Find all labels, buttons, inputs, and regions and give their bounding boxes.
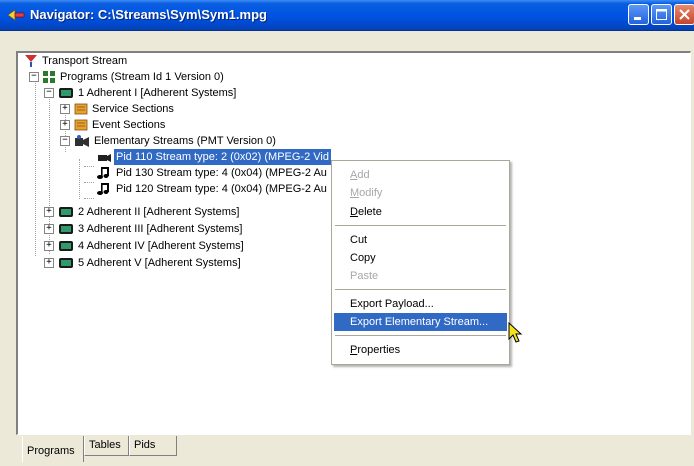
tree-label: Programs (Stream Id 1 Version 0) — [60, 71, 224, 83]
close-icon — [679, 9, 690, 20]
expand-toggle[interactable]: + — [44, 258, 54, 268]
maximize-icon — [656, 9, 667, 20]
audio-note-icon — [97, 167, 109, 179]
tree-node-event-sections[interactable]: + Event Sections — [18, 117, 218, 133]
programs-grid-icon — [43, 71, 55, 83]
tree-node-program-4[interactable]: + 4 Adherent IV [Adherent Systems] — [18, 238, 278, 254]
tree-node-program-1[interactable]: − 1 Adherent I [Adherent Systems] — [18, 85, 278, 101]
tree-node-programs[interactable]: − Programs (Stream Id 1 Version 0) — [18, 69, 278, 85]
audio-note-icon — [97, 183, 109, 195]
tree-label: Pid 110 Stream type: 2 (0x02) (MPEG-2 Vi… — [113, 148, 332, 166]
menu-item-add[interactable]: Add — [334, 166, 507, 184]
collapse-toggle[interactable]: − — [29, 72, 39, 82]
expand-toggle[interactable]: + — [60, 120, 70, 130]
tree-label: 5 Adherent V [Adherent Systems] — [78, 257, 241, 269]
menu-item-cut[interactable]: Cut — [334, 231, 507, 249]
close-button[interactable] — [674, 4, 694, 25]
tree-label: Pid 120 Stream type: 4 (0x04) (MPEG-2 Au — [116, 183, 327, 195]
menu-item-copy[interactable]: Copy — [334, 249, 507, 267]
program-tv-icon — [59, 241, 73, 251]
tree-label: Elementary Streams (PMT Version 0) — [94, 135, 276, 147]
menu-item-modify[interactable]: Modify — [334, 184, 507, 202]
program-tv-icon — [59, 224, 73, 234]
expand-toggle[interactable]: + — [60, 104, 70, 114]
tree-node-service-sections[interactable]: + Service Sections — [18, 101, 218, 117]
minimize-button[interactable] — [628, 4, 649, 25]
tree-label: Transport Stream — [42, 55, 128, 67]
tree-line — [84, 198, 94, 199]
menu-separator — [335, 225, 506, 226]
tree-label: Service Sections — [92, 103, 174, 115]
video-stream-icon — [98, 154, 111, 162]
tree-node-pid-110[interactable]: Pid 110 Stream type: 2 (0x02) (MPEG-2 Vi… — [18, 148, 358, 166]
maximize-button[interactable] — [651, 4, 672, 25]
app-icon — [7, 9, 25, 21]
menu-item-export-payload[interactable]: Export Payload... — [334, 295, 507, 313]
tree-node-elementary-streams[interactable]: − Elementary Streams (PMT Version 0) — [18, 133, 318, 149]
tree-node-program-2[interactable]: + 2 Adherent II [Adherent Systems] — [18, 204, 278, 220]
pointer-cursor-icon — [508, 322, 523, 343]
collapse-toggle[interactable]: − — [60, 136, 70, 146]
transport-stream-icon — [25, 55, 37, 67]
tree-label: 2 Adherent II [Adherent Systems] — [78, 206, 240, 218]
program-tv-icon — [59, 207, 73, 217]
tree-node-transport-stream[interactable]: Transport Stream — [18, 53, 218, 69]
title-bar[interactable]: Navigator: C:\Streams\Sym\Sym1.mpg — [0, 0, 694, 31]
expand-toggle[interactable]: + — [44, 241, 54, 251]
tree-node-program-3[interactable]: + 3 Adherent III [Adherent Systems] — [18, 221, 278, 237]
tree-label: 3 Adherent III [Adherent Systems] — [78, 223, 243, 235]
context-menu[interactable]: Add Modify Delete Cut Copy Paste Export … — [331, 160, 510, 365]
menu-item-export-elementary-stream[interactable]: Export Elementary Stream... — [334, 313, 507, 331]
window-title: Navigator: C:\Streams\Sym\Sym1.mpg — [30, 7, 267, 22]
tree-label: 4 Adherent IV [Adherent Systems] — [78, 240, 244, 252]
expand-toggle[interactable]: + — [44, 207, 54, 217]
tree-label: Event Sections — [92, 119, 166, 131]
program-tv-icon — [59, 258, 73, 268]
tab-programs[interactable]: Programs — [22, 436, 84, 462]
tab-tables[interactable]: Tables — [84, 436, 129, 456]
minimize-icon — [634, 17, 641, 20]
tree-label: 1 Adherent I [Adherent Systems] — [78, 87, 237, 99]
sections-icon — [74, 119, 88, 131]
menu-separator — [335, 335, 506, 336]
tree-label: Pid 130 Stream type: 4 (0x04) (MPEG-2 Au — [116, 167, 327, 179]
tab-pids[interactable]: Pids — [129, 436, 177, 456]
elementary-streams-icon — [75, 135, 89, 147]
menu-item-delete[interactable]: Delete — [334, 203, 507, 221]
tree-node-pid-120[interactable]: Pid 120 Stream type: 4 (0x04) (MPEG-2 Au — [18, 181, 358, 197]
menu-separator — [335, 289, 506, 290]
menu-item-paste[interactable]: Paste — [334, 267, 507, 285]
sections-icon — [74, 103, 88, 115]
program-tv-icon — [59, 88, 73, 98]
tree-node-program-5[interactable]: + 5 Adherent V [Adherent Systems] — [18, 255, 278, 271]
tree-node-pid-130[interactable]: Pid 130 Stream type: 4 (0x04) (MPEG-2 Au — [18, 165, 358, 181]
menu-item-properties[interactable]: Properties — [334, 341, 507, 359]
collapse-toggle[interactable]: − — [44, 88, 54, 98]
expand-toggle[interactable]: + — [44, 224, 54, 234]
